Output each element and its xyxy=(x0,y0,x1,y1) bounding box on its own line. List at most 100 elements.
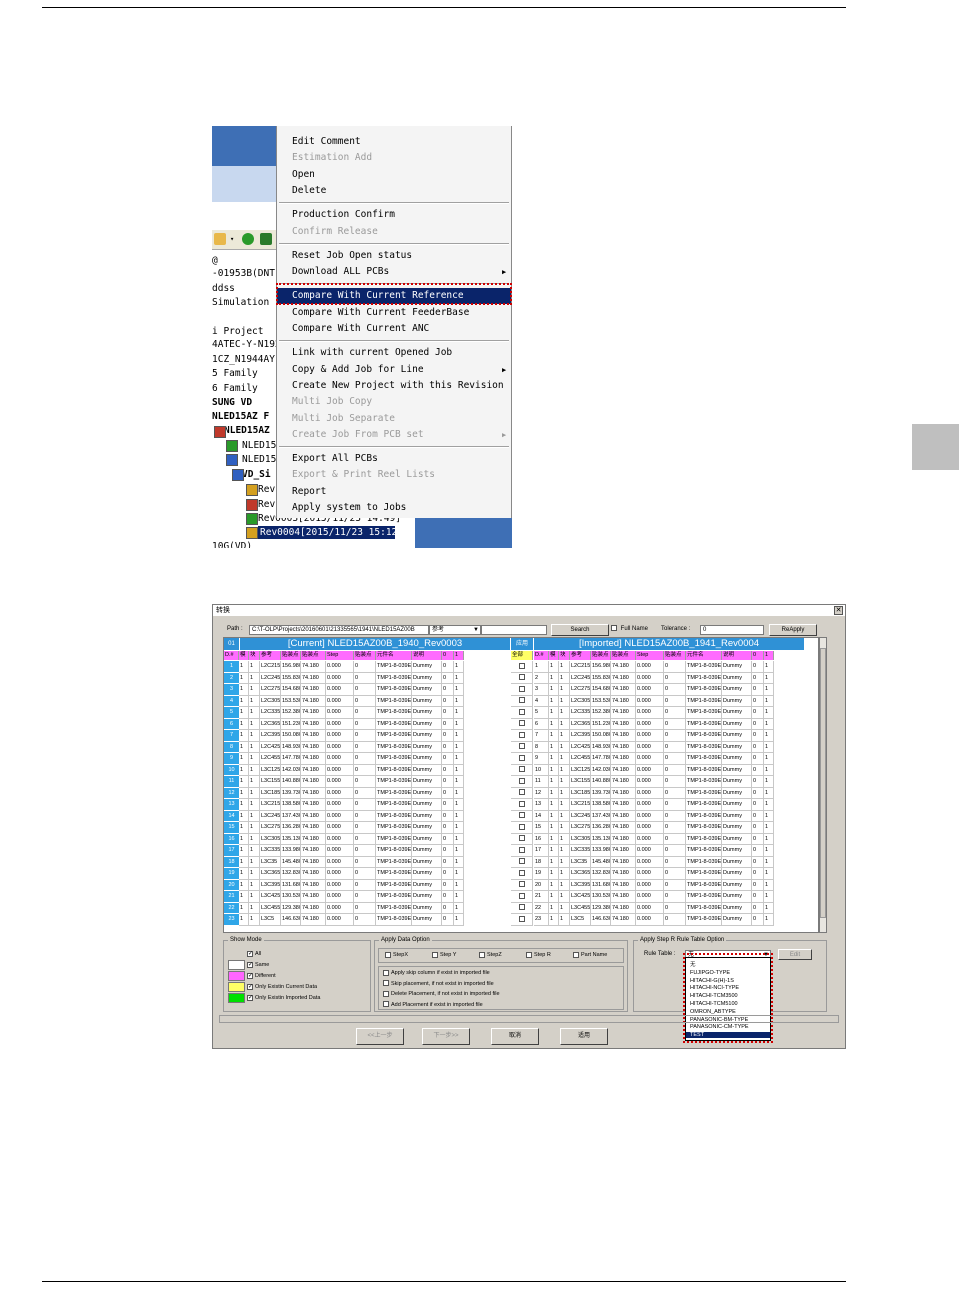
menu-item[interactable]: Production Confirm xyxy=(277,207,511,223)
show-mode-option[interactable]: ✓ Only Existin Imported Data xyxy=(247,994,320,1003)
menu-item[interactable]: Delete xyxy=(277,183,511,199)
tree-item[interactable]: ddss xyxy=(212,282,235,296)
row-apply-cell[interactable] xyxy=(511,810,533,822)
row-apply-cell[interactable] xyxy=(511,718,533,730)
row-apply-cell[interactable] xyxy=(511,787,533,799)
row-apply-checkbox[interactable] xyxy=(519,915,525,922)
show-mode-option[interactable]: ✓ Same xyxy=(247,961,269,970)
tree-item[interactable]: 6 Family xyxy=(212,382,258,396)
row-apply-checkbox[interactable] xyxy=(519,858,525,865)
row-apply-cell[interactable] xyxy=(511,661,533,673)
row-apply-cell[interactable] xyxy=(511,753,533,765)
tree-item[interactable]: NLED15 xyxy=(242,453,276,467)
tree-item-selected[interactable]: Rev0004[2015/11/23 15:12] xyxy=(258,526,403,539)
current-column-header[interactable]: 贴装点 xyxy=(301,651,326,660)
step-option[interactable]: StepZ xyxy=(479,951,502,960)
menu-item[interactable]: Link with current Opened Job xyxy=(277,345,511,361)
imported-column-header[interactable]: 块 xyxy=(559,651,570,660)
row-apply-cell[interactable] xyxy=(511,776,533,788)
tree-item[interactable]: 5 Family xyxy=(212,367,258,381)
row-apply-checkbox[interactable] xyxy=(519,823,525,830)
full-name-checkbox[interactable] xyxy=(611,625,617,632)
row-apply-checkbox[interactable] xyxy=(519,777,525,784)
step-checkbox[interactable] xyxy=(479,951,485,958)
current-column-header[interactable]: 0 xyxy=(442,651,454,660)
step-option[interactable]: Step Y xyxy=(432,951,456,960)
current-column-header[interactable]: 贴装点 xyxy=(281,651,301,660)
row-apply-checkbox[interactable] xyxy=(519,662,525,669)
row-apply-checkbox[interactable] xyxy=(519,685,525,692)
row-apply-cell[interactable] xyxy=(511,730,533,742)
row-apply-cell[interactable] xyxy=(511,707,533,719)
tree-item[interactable]: 1CZ_N1944AY xyxy=(212,353,275,367)
row-apply-cell[interactable] xyxy=(511,845,533,857)
show-mode-checkbox[interactable]: ✓ xyxy=(247,983,253,990)
apply-option[interactable]: Add Placement if exist in imported file xyxy=(383,1001,483,1010)
current-column-header[interactable]: 1 xyxy=(454,651,464,660)
tree-item[interactable]: NLED15AZ xyxy=(224,424,270,438)
row-apply-cell[interactable] xyxy=(511,868,533,880)
show-mode-option[interactable]: ✓ Only Existin Current Data xyxy=(247,983,317,992)
tree-item[interactable]: NLED15 xyxy=(242,439,276,453)
row-apply-cell[interactable] xyxy=(511,833,533,845)
imported-column-header[interactable]: 元件名 xyxy=(686,651,722,660)
reference-select[interactable]: 参考 ▼ xyxy=(429,625,481,635)
vertical-scrollbar[interactable] xyxy=(819,637,827,933)
imported-column-header[interactable]: 1 xyxy=(764,651,774,660)
apply-option-checkbox[interactable] xyxy=(383,990,389,997)
menu-item[interactable]: Report xyxy=(277,484,511,500)
current-column-header[interactable]: 贴装点 xyxy=(354,651,376,660)
tree-item[interactable]: @ xyxy=(212,254,218,268)
imported-column-header[interactable]: Step xyxy=(636,651,664,660)
tree-item[interactable]: Simulation xyxy=(212,296,269,310)
row-apply-cell[interactable] xyxy=(511,695,533,707)
menu-item[interactable]: Download ALL PCBs xyxy=(277,264,511,280)
search-input[interactable] xyxy=(481,625,547,635)
row-apply-cell[interactable] xyxy=(511,799,533,811)
apply-button[interactable]: 适用 xyxy=(560,1028,608,1045)
row-apply-checkbox[interactable] xyxy=(519,743,525,750)
tree-item[interactable]: SUNG VD xyxy=(212,396,252,410)
show-mode-checkbox[interactable]: ✓ xyxy=(247,994,253,1001)
step-option[interactable]: Part Name xyxy=(573,951,607,960)
menu-item[interactable]: Reset Job Open status xyxy=(277,248,511,264)
row-apply-checkbox[interactable] xyxy=(519,904,525,911)
row-apply-cell[interactable] xyxy=(511,879,533,891)
step-checkbox[interactable] xyxy=(573,951,579,958)
imported-column-header[interactable]: D.# xyxy=(534,651,549,660)
chevron-down-icon[interactable]: ▾ xyxy=(230,233,236,245)
row-apply-cell[interactable] xyxy=(511,684,533,696)
row-apply-cell[interactable] xyxy=(511,914,533,926)
step-checkbox[interactable] xyxy=(432,951,438,958)
current-column-header[interactable]: 元件名 xyxy=(376,651,412,660)
apply-option[interactable]: Skip placement, if not exist in imported… xyxy=(383,980,494,989)
tree-item[interactable]: Rev xyxy=(258,483,275,497)
close-icon[interactable]: ✕ xyxy=(834,606,843,615)
row-apply-checkbox[interactable] xyxy=(519,881,525,888)
tree-item[interactable]: i Project xyxy=(212,325,263,339)
imported-column-header[interactable]: 贴装点 xyxy=(664,651,686,660)
menu-item[interactable]: Export All PCBs xyxy=(277,451,511,467)
row-apply-checkbox[interactable] xyxy=(519,731,525,738)
row-apply-checkbox[interactable] xyxy=(519,812,525,819)
show-mode-checkbox[interactable]: ✓ xyxy=(247,972,253,979)
menu-item[interactable]: Apply system to Jobs xyxy=(277,500,511,516)
row-apply-checkbox[interactable] xyxy=(519,674,525,681)
row-apply-checkbox[interactable] xyxy=(519,892,525,899)
apply-option-checkbox[interactable] xyxy=(383,1001,389,1008)
row-apply-cell[interactable] xyxy=(511,891,533,903)
prev-button[interactable]: <<上一步 xyxy=(356,1028,404,1045)
row-apply-checkbox[interactable] xyxy=(519,754,525,761)
row-apply-cell[interactable] xyxy=(511,902,533,914)
tree-item[interactable]: VD_Si xyxy=(242,468,271,482)
tree-item[interactable]: -01953B(DNT xyxy=(212,267,275,281)
row-apply-checkbox[interactable] xyxy=(519,869,525,876)
row-apply-cell[interactable] xyxy=(511,672,533,684)
scrollbar-thumb[interactable] xyxy=(820,648,826,918)
edit-button[interactable]: Edit xyxy=(778,949,812,960)
row-apply-checkbox[interactable] xyxy=(519,846,525,853)
tree-item[interactable]: NLED15AZ F xyxy=(212,410,269,424)
row-apply-cell[interactable] xyxy=(511,822,533,834)
reapply-button[interactable]: ReApply xyxy=(769,624,817,636)
show-mode-option[interactable]: ✓ All xyxy=(247,950,261,959)
